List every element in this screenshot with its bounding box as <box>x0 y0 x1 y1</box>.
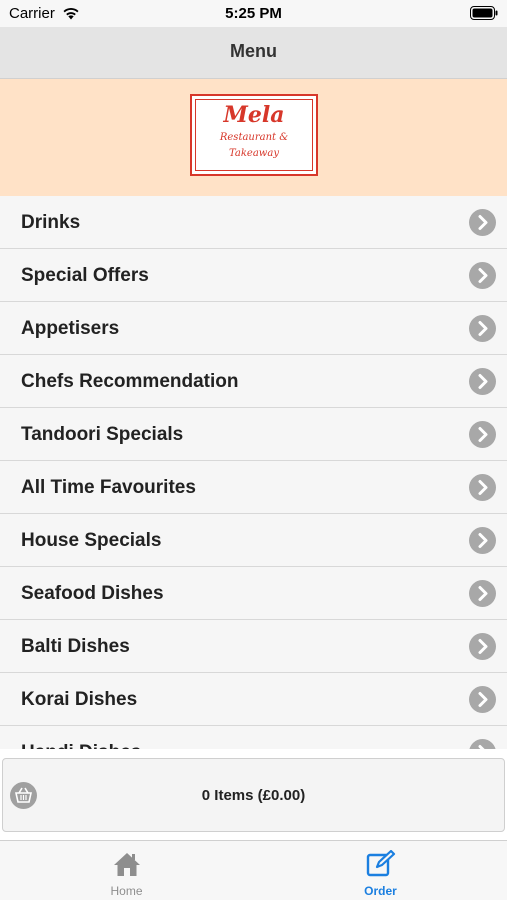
chevron-right-icon <box>469 315 496 342</box>
logo-name: Mela <box>223 102 285 128</box>
menu-item-label: Korai Dishes <box>21 689 138 710</box>
menu-item[interactable]: Seafood Dishes <box>0 567 507 620</box>
chevron-right-icon <box>469 421 496 448</box>
battery-icon <box>470 6 498 20</box>
menu-item-label: Chefs Recommendation <box>21 371 239 392</box>
home-icon <box>114 853 140 876</box>
menu-item-label: Seafood Dishes <box>21 583 164 604</box>
menu-item-label: Tandoori Specials <box>21 424 184 445</box>
chevron-right-icon <box>469 686 496 713</box>
menu-item-label: Special Offers <box>21 265 149 286</box>
chevron-right-icon <box>469 262 496 289</box>
status-bar: Carrier 5:25 PM <box>0 0 507 27</box>
chevron-right-icon <box>469 527 496 554</box>
order-summary-bar[interactable]: 0 Items (£0.00) <box>2 758 505 832</box>
chevron-right-icon <box>469 474 496 501</box>
chevron-right-icon <box>469 633 496 660</box>
menu-item-label: House Specials <box>21 530 162 551</box>
chevron-right-icon <box>469 368 496 395</box>
menu-item-label: Balti Dishes <box>21 636 130 657</box>
menu-item-label: Drinks <box>21 212 81 233</box>
menu-item[interactable]: House Specials <box>0 514 507 567</box>
chevron-right-icon <box>469 580 496 607</box>
restaurant-banner: Mela Restaurant & Takeaway <box>0 79 507 196</box>
menu-item-label: All Time Favourites <box>21 477 196 498</box>
menu-item[interactable]: Korai Dishes <box>0 673 507 726</box>
logo-subtitle-line2: Takeaway <box>229 148 279 159</box>
edit-icon <box>366 850 396 877</box>
menu-category-list[interactable]: Drinks Special Offers Appetisers Chefs Reco… <box>0 196 507 749</box>
menu-item-label: Handi Dishes <box>21 742 141 749</box>
chevron-right-icon <box>469 739 496 749</box>
navigation-bar: Menu <box>0 27 507 79</box>
menu-item-label: Appetisers <box>21 318 120 339</box>
order-summary-text: 0 Items (£0.00) <box>201 787 306 804</box>
logo-subtitle-line1: Restaurant & <box>219 132 289 143</box>
restaurant-logo: Mela Restaurant & Takeaway <box>190 94 318 176</box>
tab-order[interactable]: Order <box>254 841 507 900</box>
menu-item[interactable]: Special Offers <box>0 249 507 302</box>
chevron-right-icon <box>469 209 496 236</box>
status-time: 5:25 PM <box>225 5 282 22</box>
menu-item[interactable]: All Time Favourites <box>0 461 507 514</box>
tab-home-label: Home <box>110 884 143 898</box>
tab-order-label: Order <box>364 884 397 898</box>
menu-item[interactable]: Chefs Recommendation <box>0 355 507 408</box>
page-title: Menu <box>230 41 277 61</box>
menu-item[interactable]: Handi Dishes <box>0 726 507 749</box>
tab-bar: Home Order <box>0 840 507 900</box>
menu-item[interactable]: Tandoori Specials <box>0 408 507 461</box>
tab-home[interactable]: Home <box>0 841 253 900</box>
menu-item[interactable]: Appetisers <box>0 302 507 355</box>
menu-item[interactable]: Drinks <box>0 196 507 249</box>
menu-item[interactable]: Balti Dishes <box>0 620 507 673</box>
